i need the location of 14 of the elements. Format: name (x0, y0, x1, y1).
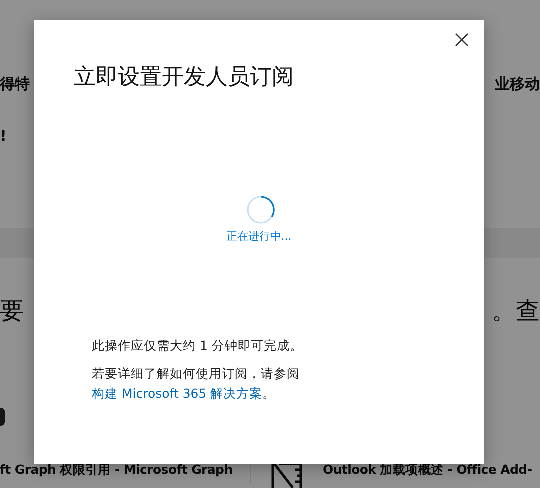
card-title[interactable]: Outlook 加载项概述 - Office Add- (323, 462, 532, 479)
page-heading: 要 (0, 296, 24, 325)
card-title[interactable]: ft Graph 权限引用 - Microsoft Graph (0, 462, 233, 479)
status-text: 正在进行中... (226, 229, 292, 244)
info-text: 若要详细了解如何使用订阅，请参阅 构建 Microsoft 365 解决方案。 (92, 365, 301, 403)
page-text: 业移动 (495, 75, 540, 95)
page-heading: 。查 (492, 296, 540, 325)
solutions-link[interactable]: 构建 Microsoft 365 解决方案 (92, 386, 263, 401)
close-icon (455, 33, 469, 47)
page-badge (0, 408, 5, 426)
page-text: ! (0, 127, 7, 147)
note-text: 此操作应仅需大约 1 分钟即可完成。 (92, 337, 304, 355)
spinner-icon (246, 195, 276, 225)
dialog-title: 立即设置开发人员订阅 (73, 64, 295, 92)
